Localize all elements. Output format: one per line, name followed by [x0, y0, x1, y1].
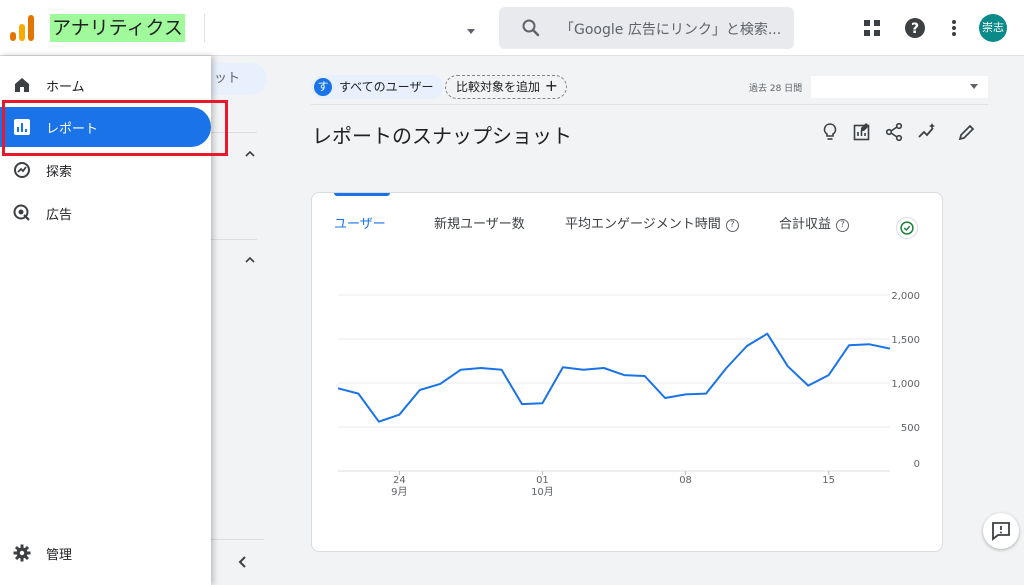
insights-lightbulb-icon[interactable] [820, 122, 840, 142]
search-icon [522, 19, 540, 37]
feedback-icon [992, 522, 1010, 541]
series-line-users [337, 332, 891, 423]
x-tick-label: 01 [536, 475, 549, 486]
gear-icon [13, 544, 31, 562]
top-bar: アナリティクス 「Google 広告にリンク」と検索... ? 崇志 [0, 0, 1024, 56]
x-tick-label: 24 [393, 475, 406, 486]
nav-item-label: 探索 [46, 165, 73, 180]
more-vert-icon[interactable] [942, 16, 966, 40]
page-title: レポートのスナップショット [312, 124, 572, 148]
subnav-divider [211, 539, 264, 540]
nav-item-home[interactable]: ホーム [0, 65, 211, 105]
help-circle-icon[interactable]: ? [725, 219, 739, 232]
add-comparison-chip[interactable]: 比較対象を追加 + [445, 75, 568, 99]
metric-tab-avg-engagement[interactable]: 平均エンゲージメント時間? [565, 213, 739, 232]
admin-label: 管理 [46, 548, 73, 563]
y-tick-label: 2,000 [891, 291, 920, 302]
active-tab-indicator [334, 193, 390, 196]
plus-icon: + [544, 76, 559, 95]
advertising-icon [13, 204, 30, 221]
edit-pencil-icon[interactable] [957, 122, 977, 142]
app-title: アナリティクス [50, 14, 185, 42]
metric-total-revenue-label: 合計収益 [779, 217, 832, 232]
y-tick-label: 0 [914, 459, 920, 470]
search-placeholder: 「Google 広告にリンク」と検索... [560, 22, 782, 38]
y-tick-label: 500 [901, 423, 920, 434]
share-icon[interactable] [884, 122, 904, 142]
date-range-label: 過去 28 日間 [749, 84, 803, 94]
add-comparison-label: 比較対象を追加 [456, 80, 541, 94]
all-users-label: すべてのユーザー [339, 80, 434, 94]
date-range-selector[interactable] [811, 76, 988, 98]
chevron-up-icon[interactable] [244, 254, 256, 266]
svg-text:?: ? [911, 21, 919, 37]
y-tick-label: 1,000 [891, 379, 920, 390]
analytics-logo-icon[interactable] [10, 14, 36, 42]
filter-bar: す すべてのユーザー 比較対象を追加 + 過去 28 日間 [311, 73, 988, 105]
x-tick-month-label: 9月 [391, 486, 407, 498]
search-box[interactable]: 「Google 広告にリンク」と検索... [499, 7, 794, 49]
metric-tab-total-revenue[interactable]: 合計収益? [779, 213, 850, 232]
title-divider [204, 14, 205, 42]
nav-item-label: 広告 [46, 208, 73, 223]
chevron-down-icon [970, 84, 978, 89]
y-tick-label: 1,500 [891, 335, 920, 346]
all-users-chip[interactable]: す すべてのユーザー [311, 75, 444, 99]
chevron-up-icon[interactable] [244, 148, 256, 160]
x-tick-month-label: 10月 [531, 486, 554, 498]
metric-avg-engagement-label: 平均エンゲージメント時間 [565, 217, 721, 232]
metric-tab-users[interactable]: ユーザー [334, 213, 386, 232]
check-circle-icon[interactable] [896, 217, 918, 239]
help-circle-icon[interactable]: ? [836, 219, 850, 232]
subnav-selected-item[interactable]: ット [211, 63, 267, 95]
explore-icon [14, 162, 30, 178]
chevron-left-icon[interactable] [236, 555, 250, 569]
customize-report-icon[interactable] [852, 122, 872, 142]
x-tick-label: 15 [822, 475, 835, 486]
avatar[interactable]: 崇志 [979, 14, 1007, 42]
users-line-chart: 2,000 1,500 1,000 500 0 249月 0110月 08 15 [337, 291, 920, 498]
nav-item-admin[interactable]: 管理 [0, 533, 211, 573]
nav-item-label: ホーム [46, 80, 85, 95]
home-icon [15, 78, 29, 92]
insights-trend-icon[interactable] [917, 122, 937, 142]
nav-item-advertising[interactable]: 広告 [0, 193, 211, 233]
segment-badge: す [314, 78, 332, 96]
help-icon[interactable]: ? [903, 16, 927, 40]
apps-grid-icon[interactable] [860, 16, 884, 40]
x-tick-label: 08 [679, 475, 692, 486]
feedback-button[interactable] [983, 513, 1019, 549]
nav-item-explore[interactable]: 探索 [0, 150, 211, 190]
annotation-highlight-box [2, 100, 228, 156]
overview-card: ユーザー 新規ユーザー数 平均エンゲージメント時間? 合計収益? 2,000 1,… [311, 192, 943, 552]
metric-tab-new-users[interactable]: 新規ユーザー数 [434, 213, 525, 232]
subnav-divider [211, 239, 257, 240]
property-selector-caret-icon[interactable] [467, 29, 475, 34]
